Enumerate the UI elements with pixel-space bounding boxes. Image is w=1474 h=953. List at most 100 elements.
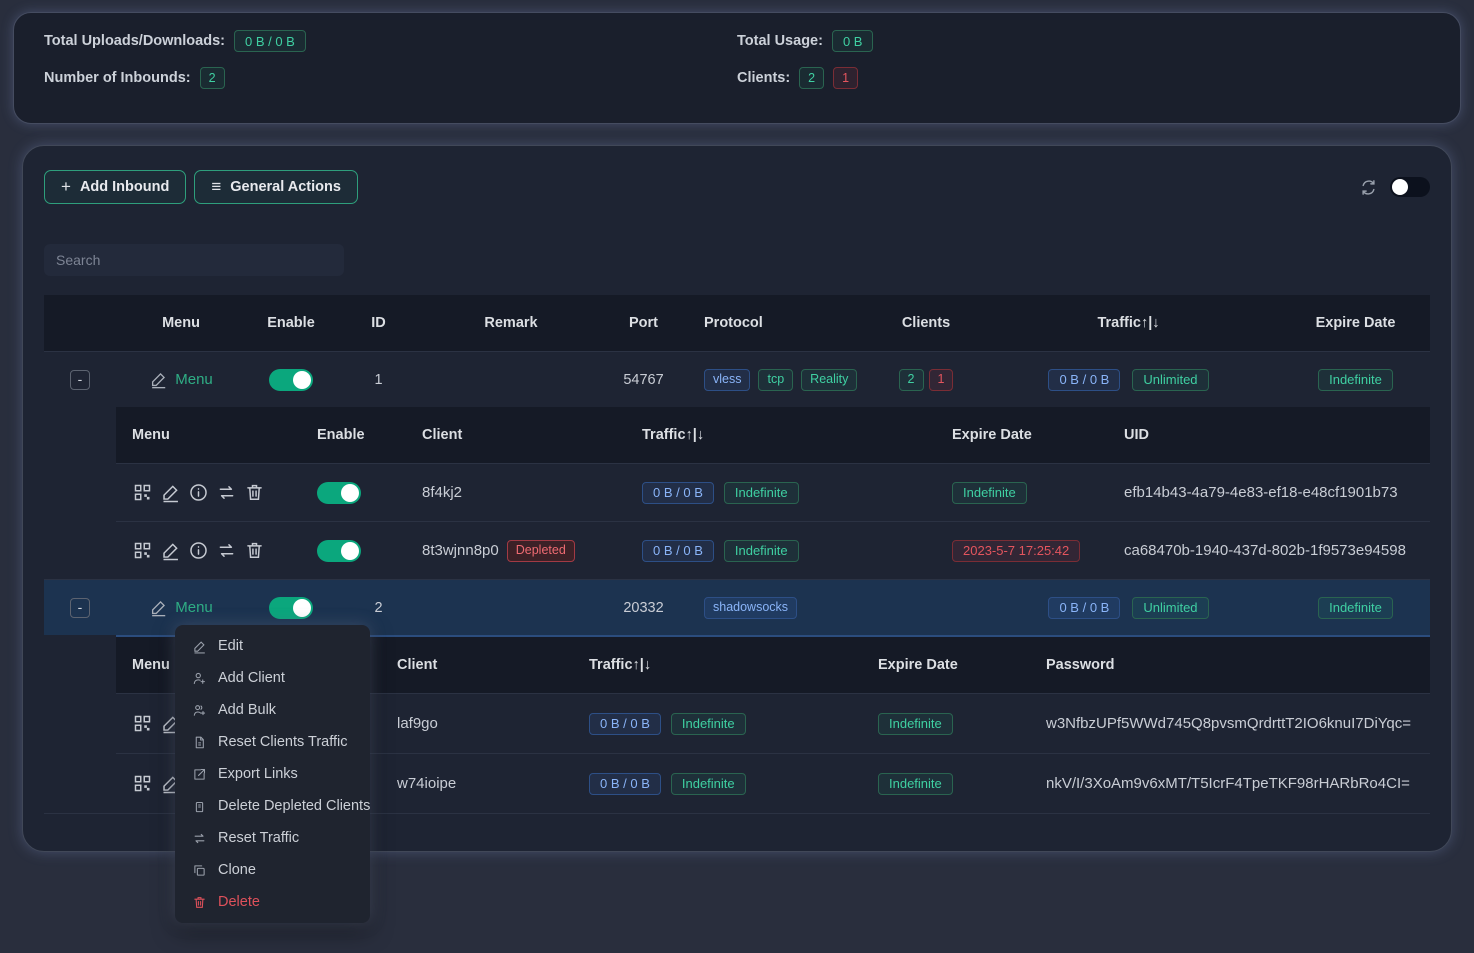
expire-badge: Indefinite: [878, 713, 953, 735]
edit-pencil-icon: [192, 639, 207, 654]
usergroup-add-icon: [192, 703, 207, 718]
traffic-badge: 0 B / 0 B: [1048, 369, 1120, 391]
add-inbound-button[interactable]: + Add Inbound: [44, 170, 186, 204]
menu-item-delete[interactable]: Delete: [175, 886, 370, 918]
menu-item-edit[interactable]: Edit: [175, 630, 370, 662]
info-circle-icon[interactable]: [188, 482, 209, 503]
stat-clients: Clients: 2 1: [737, 67, 1430, 89]
header-enable: Enable: [246, 315, 336, 331]
traffic-limit-badge: Indefinite: [671, 713, 746, 735]
edit-pencil-icon[interactable]: [160, 540, 181, 561]
inbound-enable-toggle[interactable]: [269, 369, 313, 391]
reset-traffic-icon[interactable]: [216, 482, 237, 503]
protocol-tag: vless: [704, 369, 750, 391]
stat-inbounds-label: Number of Inbounds:: [44, 70, 191, 86]
collapse-row-button[interactable]: -: [70, 370, 90, 390]
menu-item-label: Add Client: [218, 670, 285, 686]
general-actions-button[interactable]: ≡ General Actions: [194, 170, 358, 204]
inbounds-table-header: Menu Enable ID Remark Port Protocol Clie…: [44, 295, 1430, 351]
header-traffic-sort[interactable]: Traffic↑|↓: [976, 315, 1281, 331]
header-id: ID: [336, 315, 421, 331]
stat-inbounds-count: Number of Inbounds: 2: [44, 67, 737, 89]
inbound-enable-toggle[interactable]: [269, 597, 313, 619]
header-uid: UID: [1108, 427, 1430, 443]
row-menu-link[interactable]: Menu: [149, 598, 213, 617]
client-row[interactable]: 8t3wjnn8p0 Depleted 0 B / 0 B Indefinite…: [116, 521, 1430, 579]
inbound-row-1[interactable]: - Menu 1 54767 vless tcp Reality 2 1 0 B…: [44, 351, 1430, 407]
search-input[interactable]: [44, 244, 344, 276]
row-menu-link[interactable]: Menu: [149, 370, 213, 389]
traffic-limit-badge: Indefinite: [724, 482, 799, 504]
depleted-badge: Depleted: [507, 540, 575, 562]
header-expire-date: Expire Date: [1281, 315, 1430, 331]
menu-item-label: Export Links: [218, 766, 298, 782]
inbound-context-menu: Edit Add Client Add Bulk Reset Clients T…: [175, 625, 370, 923]
menu-item-reset-traffic[interactable]: Reset Traffic: [175, 822, 370, 854]
edit-pencil-icon: [149, 598, 168, 617]
panel-toggle-switch[interactable]: [1390, 177, 1430, 197]
menu-item-add-client[interactable]: Add Client: [175, 662, 370, 694]
header-client: Client: [381, 657, 573, 673]
menu-item-label: Delete Depleted Clients: [218, 798, 370, 814]
header-traffic-sort[interactable]: Traffic↑|↓: [573, 657, 862, 673]
menu-item-delete-depleted-clients[interactable]: Delete Depleted Clients: [175, 790, 370, 822]
traffic-limit-badge: Unlimited: [1132, 597, 1208, 619]
traffic-badge: 0 B / 0 B: [589, 713, 661, 735]
hamburger-icon: ≡: [211, 177, 221, 197]
menu-item-export-links[interactable]: Export Links: [175, 758, 370, 790]
traffic-badge: 0 B / 0 B: [589, 773, 661, 795]
header-expire-date: Expire Date: [936, 427, 1108, 443]
menu-item-add-bulk[interactable]: Add Bulk: [175, 694, 370, 726]
menu-item-label: Reset Clients Traffic: [218, 734, 347, 750]
client-uid: ca68470b-1940-437d-802b-1f9573e94598: [1108, 542, 1430, 559]
header-traffic-sort[interactable]: Traffic↑|↓: [626, 427, 936, 443]
edit-pencil-icon[interactable]: [160, 482, 181, 503]
stat-total-usage-value: 0 B: [832, 30, 874, 52]
client-name: 8t3wjnn8p0: [422, 542, 499, 559]
reset-traffic-icon[interactable]: [216, 540, 237, 561]
stat-uploads-downloads: Total Uploads/Downloads: 0 B / 0 B: [44, 30, 737, 52]
export-icon: [192, 767, 207, 782]
collapse-row-button[interactable]: -: [70, 598, 90, 618]
sync-icon: [192, 831, 207, 846]
menu-item-clone[interactable]: Clone: [175, 854, 370, 886]
add-inbound-label: Add Inbound: [80, 179, 169, 195]
expire-badge: Indefinite: [1318, 597, 1393, 619]
stat-uploads-downloads-value: 0 B / 0 B: [234, 30, 306, 52]
client-name: 8f4kj2: [406, 484, 626, 501]
menu-item-label: Delete: [218, 894, 260, 910]
info-circle-icon[interactable]: [188, 540, 209, 561]
client-password: w3NfbzUPf5WWd745Q8pvsmQrdrttT2IO6knuI7Di…: [1030, 715, 1430, 732]
trash-icon[interactable]: [244, 482, 265, 503]
inbound-id: 1: [336, 372, 421, 388]
qrcode-icon[interactable]: [132, 540, 153, 561]
header-menu: Menu: [116, 315, 246, 331]
header-client: Client: [406, 427, 626, 443]
file-reset-icon: [192, 735, 207, 750]
header-port: Port: [601, 315, 686, 331]
header-expire-date: Expire Date: [862, 657, 1030, 673]
qrcode-icon[interactable]: [132, 482, 153, 503]
trash-icon[interactable]: [244, 540, 265, 561]
refresh-icon[interactable]: [1359, 178, 1378, 197]
client-enable-toggle[interactable]: [317, 482, 361, 504]
stat-inbounds-value: 2: [200, 67, 225, 89]
client-name: w74ioipe: [381, 775, 573, 792]
header-enable: Enable: [301, 427, 406, 443]
toolbar: + Add Inbound ≡ General Actions: [44, 170, 1430, 204]
client-row[interactable]: 8f4kj2 0 B / 0 B Indefinite Indefinite e…: [116, 463, 1430, 521]
client-enable-toggle[interactable]: [317, 540, 361, 562]
qrcode-icon[interactable]: [132, 773, 153, 794]
inbound-id: 2: [336, 600, 421, 616]
user-add-icon: [192, 671, 207, 686]
expire-badge: Indefinite: [1318, 369, 1393, 391]
protocol-tag: shadowsocks: [704, 597, 797, 619]
inbound-port: 20332: [601, 600, 686, 616]
expire-badge: Indefinite: [878, 773, 953, 795]
stat-total-usage-label: Total Usage:: [737, 33, 823, 49]
plus-icon: +: [61, 177, 71, 197]
client-name: laf9go: [381, 715, 573, 732]
menu-item-reset-clients-traffic[interactable]: Reset Clients Traffic: [175, 726, 370, 758]
qrcode-icon[interactable]: [132, 713, 153, 734]
row-menu-label: Menu: [175, 371, 213, 388]
